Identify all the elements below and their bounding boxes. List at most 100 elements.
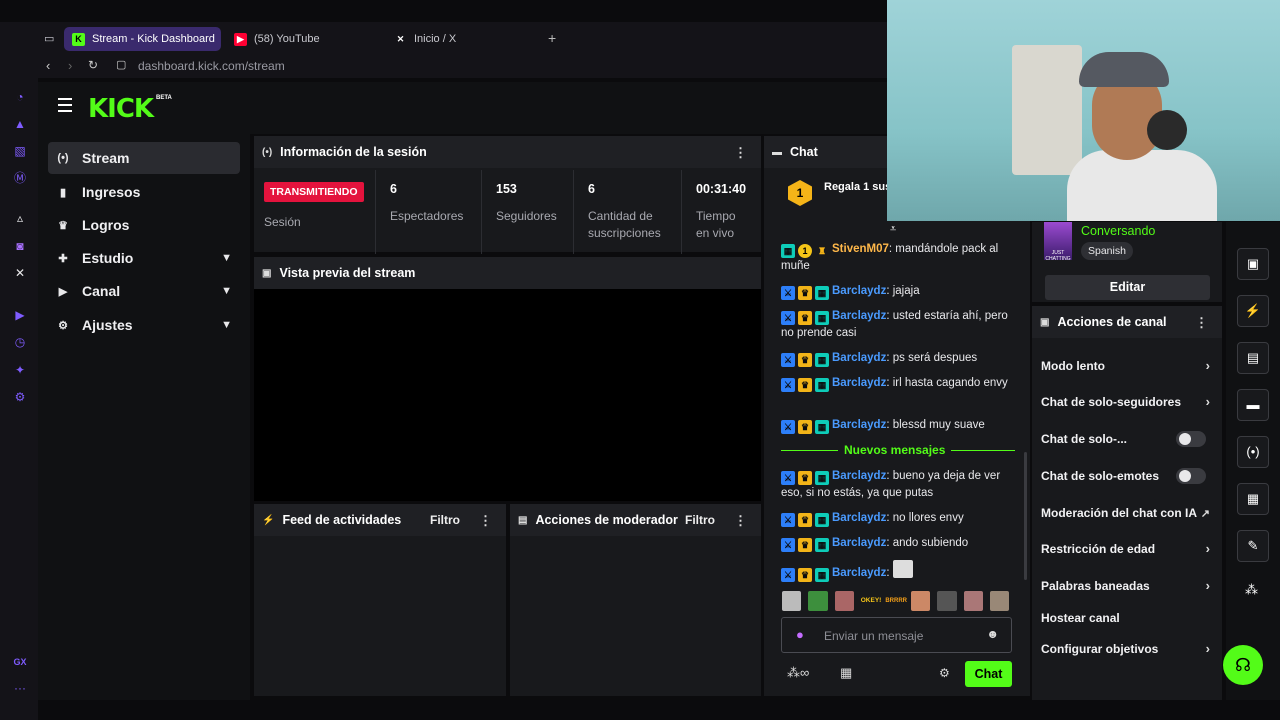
subs-only-toggle[interactable] <box>1176 431 1206 447</box>
more-options-icon[interactable]: ⋮ <box>479 513 492 529</box>
tab-menu-icon[interactable]: ▭ <box>44 32 54 45</box>
aria-icon[interactable]: ▵ <box>12 210 28 226</box>
chat-message[interactable]: ⚔ ♛ ▦ Barclaydz: usted estaría ahí, pero no… <box>781 308 1011 342</box>
chat-message[interactable]: ⚔ ♛ ▦ Barclaydz: irl hasta cagando envy <box>781 375 1011 392</box>
wrench-quick-icon[interactable]: ✎ <box>1237 530 1269 562</box>
menu-icon[interactable] <box>58 98 72 112</box>
more-options-icon[interactable]: ⋮ <box>1195 315 1208 331</box>
chat-username[interactable]: Barclaydz <box>832 285 886 297</box>
action-age-restriction[interactable]: Restricción de edad › <box>1041 541 1216 556</box>
store-icon[interactable]: ▦ <box>840 665 852 681</box>
sidebar-item-stream[interactable]: (•) Stream <box>48 142 240 174</box>
emoji-icon[interactable]: ☻ <box>986 627 999 641</box>
url-field[interactable]: dashboard.kick.com/stream <box>138 59 285 73</box>
broadcast-quick-icon[interactable]: (•) <box>1237 436 1269 468</box>
notes-quick-icon[interactable]: ▤ <box>1237 342 1269 374</box>
kick-logo[interactable]: KICK <box>88 94 154 124</box>
frog-emote-icon[interactable] <box>808 591 828 611</box>
man-emote-icon[interactable] <box>911 591 931 611</box>
chat-username[interactable]: Barclaydz <box>832 512 886 524</box>
send-chat-button[interactable]: Chat <box>965 661 1012 687</box>
settings-icon[interactable]: ⚙ <box>12 389 28 405</box>
preview-quick-icon[interactable]: ▣ <box>1237 248 1269 280</box>
chat-message[interactable]: ⚔ ♛ ▦ Barclaydz: bueno ya deja de ver eso, … <box>781 468 1011 502</box>
twitch-app-icon[interactable]: ◙ <box>12 238 28 254</box>
tab-x[interactable]: ✕ Inicio / X <box>386 27 536 51</box>
streamer-cap <box>1079 52 1169 87</box>
gx-label[interactable]: GX <box>12 654 28 670</box>
chat-input-box[interactable]: ● Enviar un mensaje ☻ <box>781 617 1012 653</box>
chat-message[interactable]: ▦ 1 ♜ StivenM07: mandándole pack al muñe <box>781 241 1011 275</box>
chat-scrollbar[interactable] <box>1024 452 1027 580</box>
twitch-icon[interactable]: ▧ <box>12 143 28 159</box>
edit-stream-button[interactable]: Editar <box>1045 275 1210 300</box>
more-options-icon[interactable]: ⋮ <box>734 513 747 529</box>
chat-message[interactable]: ⚔ ♛ ▦ Barclaydz: jajaja <box>781 283 1011 300</box>
microphone-icon[interactable]: ● <box>796 627 804 642</box>
action-configure-goals[interactable]: Configurar objetivos › <box>1041 641 1216 656</box>
player-icon[interactable]: ▶ <box>12 307 28 323</box>
gx-control-icon[interactable]: ▲ <box>12 116 28 132</box>
tab-youtube[interactable]: ▶ (58) YouTube <box>226 27 381 51</box>
okey-emote[interactable]: OKEY! <box>861 591 882 613</box>
action-banned-words[interactable]: Palabras baneadas › <box>1041 578 1216 593</box>
x-app-icon[interactable]: ✕ <box>12 265 28 281</box>
history-icon[interactable]: ◷ <box>12 334 28 350</box>
chat-username[interactable]: Barclaydz <box>832 377 886 389</box>
chat-input-placeholder[interactable]: Enviar un mensaje <box>824 629 923 643</box>
forward-icon[interactable]: › <box>68 58 72 73</box>
chat-username[interactable]: Barclaydz <box>832 419 886 431</box>
bolt-quick-icon[interactable]: ⚡ <box>1237 295 1269 327</box>
chat-message[interactable]: ⚔ ♛ ▦ Barclaydz: ps será despues <box>781 350 1011 367</box>
chat-quick-icon[interactable]: ▬ <box>1237 389 1269 421</box>
category-label[interactable]: Conversando <box>1081 224 1155 238</box>
chat-message[interactable]: ⚔ ♛ ▦ Barclaydz: blessd muy suave <box>781 417 1011 434</box>
chat-username[interactable]: Barclaydz <box>832 310 886 322</box>
kick-points-quick-icon[interactable]: ⁂ <box>1245 582 1258 598</box>
layout-quick-icon[interactable]: ▦ <box>1237 483 1269 515</box>
action-followers-only[interactable]: Chat de solo-seguidores › <box>1041 394 1216 409</box>
emotes-only-toggle[interactable] <box>1176 468 1206 484</box>
chat-settings-icon[interactable]: ⚙ <box>939 666 950 680</box>
action-emotes-only[interactable]: Chat de solo-emotes <box>1041 468 1216 484</box>
chat-message[interactable]: ⚔ ♛ ▦ Barclaydz: ando subiendo <box>781 535 1011 552</box>
reload-icon[interactable]: ↻ <box>88 58 98 72</box>
action-ai-moderation[interactable]: Moderación del chat con IA ↗ <box>1041 506 1216 520</box>
face-emote-icon[interactable] <box>834 591 854 611</box>
chat-username[interactable]: Barclaydz <box>832 352 886 364</box>
woman-emote-icon[interactable] <box>989 591 1010 611</box>
chat-username[interactable]: Barclaydz <box>832 567 886 579</box>
cat-emote-icon[interactable] <box>782 591 802 611</box>
tab-kick-dashboard[interactable]: K Stream - Kick Dashboard <box>64 27 221 51</box>
more-icon[interactable]: ··· <box>12 680 28 696</box>
sidebar-item-ajustes[interactable]: ⚙ Ajustes ▼ <box>48 309 240 341</box>
chat-message[interactable]: ⚔ ♛ ▦ Barclaydz: <box>781 560 1011 582</box>
chat-message[interactable]: ⚔ ♛ ▦ Barclaydz: no llores envy <box>781 510 1011 527</box>
action-slow-mode[interactable]: Modo lento › <box>1041 358 1216 373</box>
support-headset-icon[interactable]: ☊ <box>1223 645 1263 685</box>
filter-button[interactable]: Filtro <box>685 513 715 527</box>
new-tab-button[interactable]: + <box>548 30 556 46</box>
sidebar-item-logros[interactable]: ♛ Logros <box>48 209 240 241</box>
action-subs-only[interactable]: Chat de solo-... <box>1041 431 1216 447</box>
chat-username[interactable]: StivenM07 <box>832 243 889 255</box>
action-host-channel[interactable]: Hostear canal <box>1041 611 1216 625</box>
sidebar-item-canal[interactable]: ▶ Canal ▼ <box>48 275 240 307</box>
kick-points-icon[interactable]: ⁂∞ <box>787 665 809 681</box>
girl-emote-icon[interactable] <box>963 591 983 611</box>
chat-username[interactable]: Barclaydz <box>832 537 886 549</box>
extensions-icon[interactable]: ✦ <box>12 362 28 378</box>
brrr-emote[interactable]: BRRRR <box>885 591 907 613</box>
back-icon[interactable]: ‹ <box>46 58 50 73</box>
more-options-icon[interactable]: ⋮ <box>734 145 747 161</box>
messenger-icon[interactable]: Ⓜ <box>12 170 28 186</box>
speed-dial-icon[interactable]: ◔ <box>12 89 28 105</box>
sidebar-item-ingresos[interactable]: ▮ Ingresos <box>48 176 240 208</box>
collapse-pinned-icon[interactable]: ⩡ <box>890 223 896 236</box>
filter-button[interactable]: Filtro <box>430 513 460 527</box>
chat-username[interactable]: Barclaydz <box>832 470 886 482</box>
glasses-emote-icon[interactable] <box>937 591 957 611</box>
og-badge-icon: ▦ <box>815 471 829 485</box>
tab-bar: ▭ K Stream - Kick Dashboard ▶ (58) YouTu… <box>0 22 888 56</box>
sidebar-item-estudio[interactable]: ✚ Estudio ▼ <box>48 242 240 274</box>
